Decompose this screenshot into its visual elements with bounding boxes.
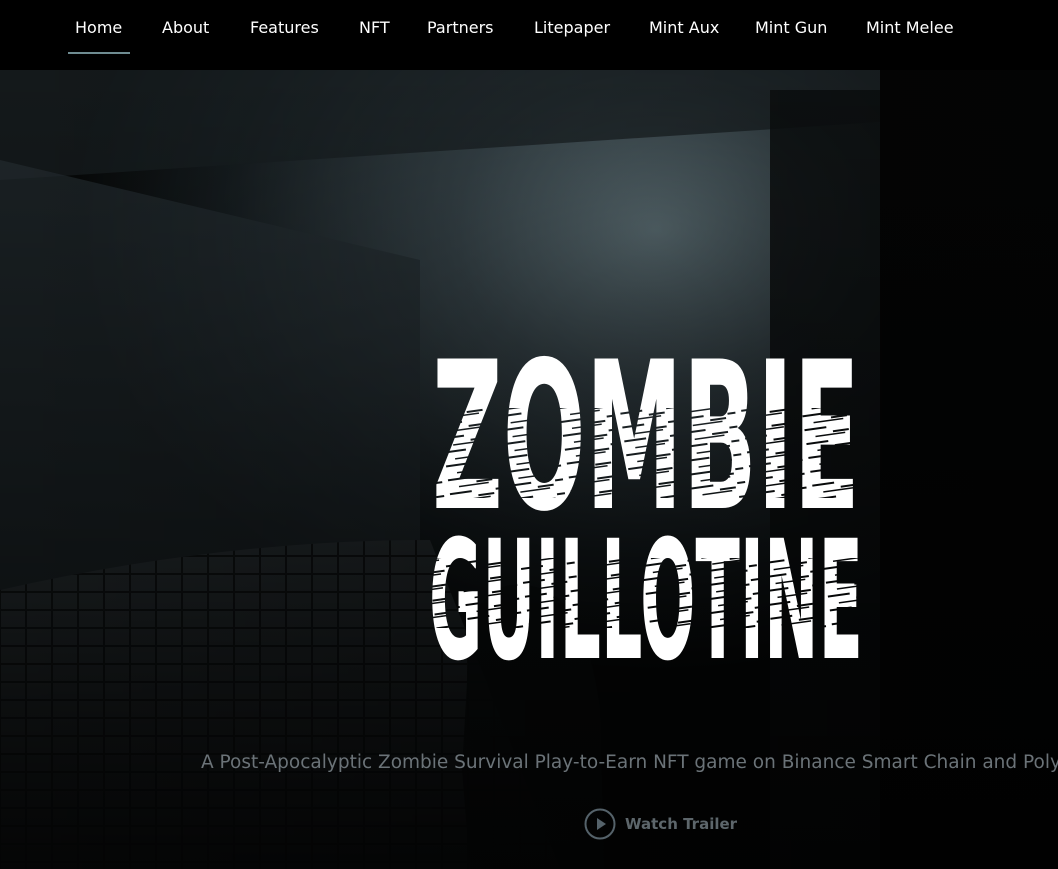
watch-trailer-button[interactable]: Watch Trailer (584, 808, 737, 840)
nav-about[interactable]: About (162, 18, 209, 42)
top-navigation: Home About Features NFT Partners Litepap… (0, 0, 1058, 70)
page: Home About Features NFT Partners Litepap… (0, 0, 1058, 869)
logo-line-guillotine: GUILLOTINE (429, 505, 863, 664)
zombie-guillotine-logo: ZOMBIE GUILLOTINE (429, 338, 863, 664)
nav-home[interactable]: Home (75, 18, 122, 42)
nav-mint-melee[interactable]: Mint Melee (866, 18, 954, 42)
nav-nft[interactable]: NFT (359, 18, 390, 42)
watch-trailer-label: Watch Trailer (625, 815, 738, 833)
hero-tagline: A Post-Apocalyptic Zombie Survival Play-… (201, 752, 1058, 773)
play-circle-icon (584, 808, 616, 840)
nav-partners[interactable]: Partners (427, 18, 493, 42)
nav-mint-gun[interactable]: Mint Gun (755, 18, 827, 42)
nav-mint-aux[interactable]: Mint Aux (649, 18, 719, 42)
nav-features[interactable]: Features (250, 18, 319, 42)
nav-litepaper[interactable]: Litepaper (534, 18, 610, 42)
active-nav-indicator (68, 52, 130, 54)
hero-section: ZOMBIE GUILLOTINE A Post-Apocalyptic Zom… (0, 70, 1058, 869)
